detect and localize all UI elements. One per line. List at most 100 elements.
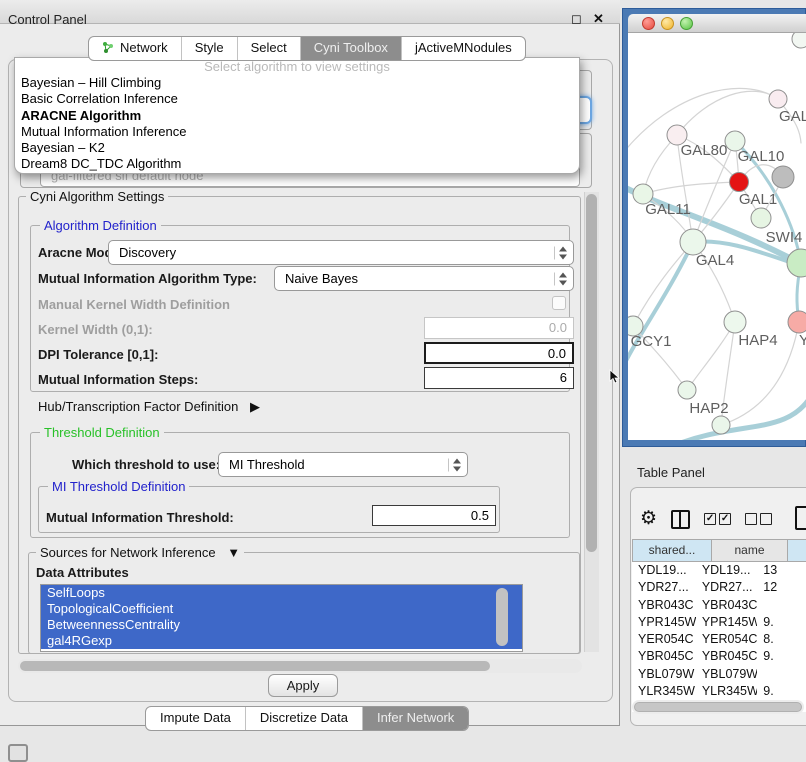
tab-cyni-toolbox[interactable]: Cyni Toolbox [301,37,402,60]
attribute-item[interactable]: gal4RGexp [41,633,522,649]
table-cell[interactable] [757,597,806,614]
table-cell[interactable]: 9. [757,648,806,665]
network-edge[interactable] [633,242,693,326]
table-row[interactable]: YDL19...YDL19...13 [632,562,806,579]
table-cell[interactable]: YER054C [696,631,757,648]
table-cell[interactable]: YPR145W [696,614,757,631]
network-node[interactable] [712,416,730,434]
collapsed-panel-icon[interactable] [8,744,28,762]
network-node-hap2[interactable] [678,381,696,399]
tab-infer-network[interactable]: Infer Network [363,707,468,730]
tab-style[interactable]: Style [182,37,238,60]
close-icon[interactable]: ✕ [593,11,604,27]
which-threshold-combo[interactable]: MI Threshold [218,452,468,477]
table-cell[interactable]: 9. [757,683,806,700]
hub-expander[interactable]: Hub/Transcription Factor Definition ▶ [38,399,260,415]
column-header-name[interactable]: name [711,539,787,562]
network-node-gal1[interactable] [730,173,749,192]
mi-type-combo[interactable]: Naive Bayes [274,266,574,291]
mi-type-label: Mutual Information Algorithm Type: [38,271,257,286]
hub-expander-label: Hub/Transcription Factor Definition [38,399,238,414]
table-hscroll-thumb[interactable] [634,702,802,712]
tab-impute-data[interactable]: Impute Data [146,707,246,730]
table-cell[interactable]: YBR045C [632,648,696,665]
data-attributes-label: Data Attributes [36,565,129,580]
mi-threshold-field[interactable]: 0.5 [372,505,496,526]
algorithm-option[interactable]: Dream8 DC_TDC Algorithm [15,156,579,172]
table-cell[interactable]: YBR043C [696,597,757,614]
table-row[interactable]: YBL079WYBL079W [632,666,806,683]
table-cell[interactable]: YDR27... [696,579,757,596]
list-scrollbar-thumb[interactable] [496,588,508,646]
data-attributes-list[interactable]: SelfLoopsTopologicalCoefficientBetweenne… [40,584,523,652]
tab-select[interactable]: Select [238,37,301,60]
network-edge[interactable] [643,182,739,194]
which-threshold-label: Which threshold to use: [72,457,220,472]
attribute-item[interactable]: TopologicalCoefficient [41,601,522,617]
algorithm-option[interactable]: ARACNE Algorithm [15,108,579,124]
network-canvas[interactable]: GALGAL80GAL10GAL1GAL11SWI4GAL4GCY1HAP4YH… [628,33,806,440]
tab-jactivemnodules[interactable]: jActiveMNodules [402,37,525,60]
network-node-hap4[interactable] [724,311,746,333]
network-node-y[interactable] [788,311,806,333]
attribute-item[interactable]: BetweennessCentrality [41,617,522,633]
column-header-shared-name[interactable]: shared... [632,539,711,562]
sources-expander[interactable]: Sources for Network Inference ▼ [36,545,244,560]
tab-network[interactable]: Network [89,37,182,60]
table-cell[interactable]: 9. [757,614,806,631]
table-cell[interactable]: 12 [757,579,806,596]
table-cell[interactable]: YLR345W [696,683,757,700]
table-row[interactable]: YDR27...YDR27...12 [632,579,806,596]
deselect-all-checks-icon[interactable] [745,513,772,525]
table-cell[interactable]: YDL19... [632,562,696,579]
table-row[interactable]: YER054CYER054C8. [632,631,806,648]
table-row[interactable]: YBR043CYBR043C [632,597,806,614]
columns-icon[interactable] [671,510,690,529]
table-cell[interactable]: YER054C [632,631,696,648]
mac-close-icon[interactable] [642,17,655,30]
mi-steps-field[interactable]: 6 [424,367,574,389]
apply-button[interactable]: Apply [268,674,338,697]
tab-discretize-data[interactable]: Discretize Data [246,707,363,730]
combo-spinner-icon [554,272,568,285]
table-cell[interactable]: YBL079W [632,666,696,683]
attribute-item[interactable]: SelfLoops [41,585,522,601]
table-cell[interactable]: YBR045C [696,648,757,665]
network-node-gal[interactable] [769,90,787,108]
network-edge[interactable] [687,322,735,390]
network-node[interactable] [787,249,806,277]
table-cell[interactable]: 13 [757,562,806,579]
settings-hscroll-thumb[interactable] [20,661,490,671]
algorithm-option[interactable]: Bayesian – Hill Climbing [15,75,579,91]
table-toolbar-partial-icon[interactable] [795,506,806,530]
table-row[interactable]: YBR045CYBR045C9. [632,648,806,665]
network-node-swi4[interactable] [751,208,771,228]
table-cell[interactable]: YBR043C [632,597,696,614]
table-cell[interactable]: YBL079W [696,666,757,683]
dpi-tolerance-field[interactable]: 0.0 [424,342,574,364]
algorithm-option[interactable]: Basic Correlation Inference [15,91,579,107]
column-header-clipped[interactable] [787,539,806,562]
table-cell[interactable]: YDR27... [632,579,696,596]
network-edge-highlighted[interactable] [628,242,693,373]
float-window-icon[interactable]: ◻ [571,11,582,27]
mac-zoom-icon[interactable] [680,17,693,30]
table-cell[interactable] [757,666,806,683]
table-cell[interactable]: YDL19... [696,562,757,579]
select-all-checks-icon[interactable]: ✓ ✓ [704,513,731,525]
table-cell[interactable]: 8. [757,631,806,648]
network-node[interactable] [792,33,806,48]
mac-minimize-icon[interactable] [661,17,674,30]
settings-vscroll-thumb[interactable] [586,194,597,552]
table-row[interactable]: YPR145WYPR145W9. [632,614,806,631]
algorithm-option[interactable]: Mutual Information Inference [15,124,579,140]
network-node-label: GAL1 [739,191,777,208]
table-cell[interactable]: YPR145W [632,614,696,631]
gear-icon[interactable]: ⚙ [640,508,657,530]
aracne-mode-combo[interactable]: Discovery [108,240,574,265]
algorithm-option[interactable]: Bayesian – K2 [15,140,579,156]
table-row[interactable]: YLR345WYLR345W9. [632,683,806,700]
network-node[interactable] [772,166,794,188]
network-edge[interactable] [677,91,778,135]
table-cell[interactable]: YLR345W [632,683,696,700]
